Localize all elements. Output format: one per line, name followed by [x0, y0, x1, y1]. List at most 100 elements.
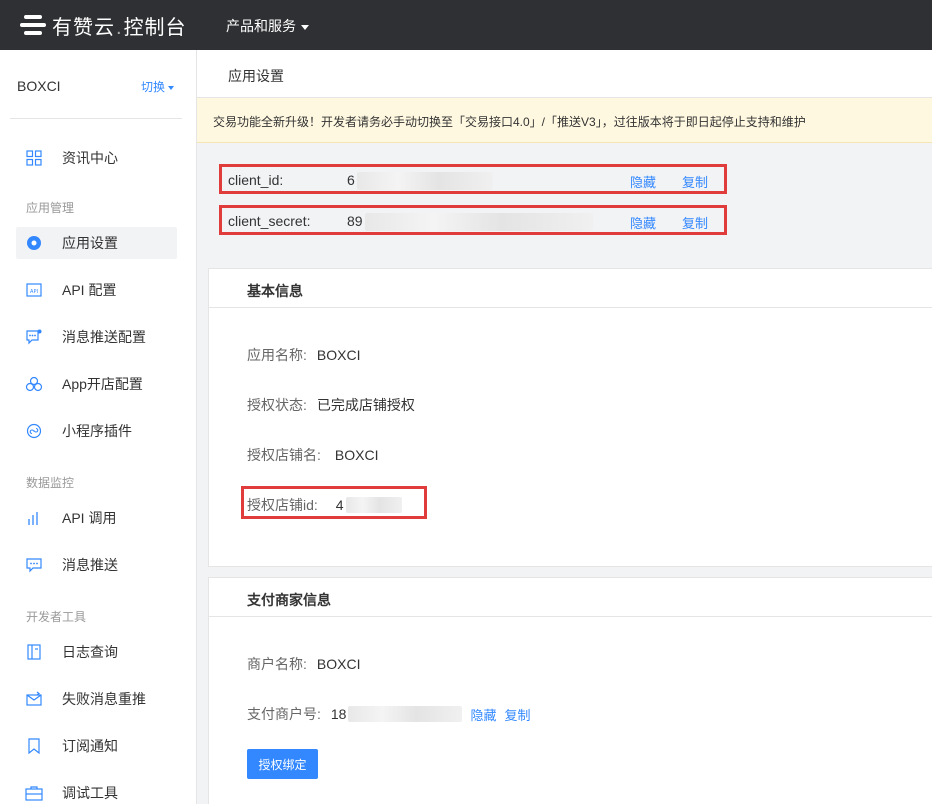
sidebar-item-mini-program-plugin[interactable]: 小程序插件: [16, 415, 177, 447]
client-id-label: client_id:: [228, 172, 284, 188]
bookmark-icon: [24, 736, 44, 756]
shop-name-field: 授权店铺名: BOXCI: [247, 445, 378, 465]
merchant-number-field: 支付商户号: 18 隐藏 复制: [247, 704, 531, 724]
gear-icon: [24, 233, 44, 253]
sidebar-item-label: 小程序插件: [62, 423, 132, 439]
field-key: 商户名称:: [247, 656, 307, 672]
notice-text: 交易功能全新升级！开发者请务必手动切换至「交易接口4.0」/「推送V3」，过往版…: [213, 115, 806, 129]
sidebar-item-label: 日志查询: [62, 644, 118, 660]
client-id-row: client_id: 6 隐藏 复制: [219, 164, 727, 194]
client-id-hide-link[interactable]: 隐藏: [630, 172, 656, 191]
sidebar-item-label: 失败消息重推: [62, 691, 146, 707]
field-value: 已完成店铺授权: [316, 397, 415, 413]
logo-dot: .: [116, 16, 123, 39]
sidebar-group-dev-tools: 开发者工具: [26, 610, 87, 624]
app-name-field: 应用名称: BOXCI: [247, 345, 360, 365]
client-secret-row: client_secret: 89 隐藏 复制: [219, 205, 727, 235]
logo[interactable]: 有赞云.控制台: [20, 12, 187, 39]
sidebar-divider: [10, 118, 182, 119]
team-name: BOXCI: [17, 78, 61, 94]
sidebar-item-label: 订阅通知: [62, 738, 118, 754]
sidebar-item-debug-tools[interactable]: 调试工具: [16, 777, 177, 804]
plugin-icon: [24, 421, 44, 441]
sidebar-item-label: 调试工具: [62, 785, 118, 801]
card-divider: [209, 307, 932, 308]
auth-status-field: 授权状态: 已完成店铺授权: [247, 395, 415, 415]
sidebar-group-data-monitor: 数据监控: [26, 476, 75, 490]
client-secret-copy-link[interactable]: 复制: [682, 213, 708, 232]
api-icon: API: [24, 280, 44, 300]
field-key: 应用名称:: [247, 347, 307, 363]
authorize-bind-button[interactable]: 授权绑定: [247, 749, 318, 779]
field-key: 授权店铺id:: [247, 497, 318, 513]
shop-id-field: 授权店铺id: 4: [247, 495, 402, 515]
sidebar: BOXCI 切换 资讯中心 应用管理 应用设置 API API 配置 消息推送配…: [0, 50, 197, 804]
merchant-name-field: 商户名称: BOXCI: [247, 654, 360, 674]
sidebar-item-log-query[interactable]: 日志查询: [16, 636, 177, 668]
masked-value: [345, 497, 402, 513]
client-id-value: 6: [347, 172, 355, 188]
sidebar-item-label: API 配置: [62, 282, 117, 298]
sidebar-item-label: 资讯中心: [62, 150, 118, 166]
client-secret-label: client_secret:: [228, 213, 311, 229]
credentials-panel: client_id: 6 隐藏 复制 client_secret: 89 隐藏 …: [197, 143, 932, 259]
sidebar-item-label: 消息推送配置: [62, 329, 146, 345]
chevron-down-icon: [301, 24, 309, 30]
card-divider: [209, 616, 932, 617]
sidebar-item-message-config[interactable]: 消息推送配置: [16, 321, 177, 353]
products-menu[interactable]: 产品和服务: [226, 16, 309, 36]
sidebar-item-failed-message-retry[interactable]: 失败消息重推: [16, 683, 177, 715]
bar-chart-icon: [24, 508, 44, 528]
payment-info-card: 支付商家信息 商户名称: BOXCI 支付商户号: 18 隐藏 复制 授权绑定: [208, 577, 932, 804]
sidebar-item-subscription[interactable]: 订阅通知: [16, 730, 177, 762]
switch-team-button[interactable]: 切换: [141, 78, 175, 95]
merchant-copy-link[interactable]: 复制: [504, 705, 530, 724]
masked-value: [356, 172, 493, 191]
logo-brand: 有赞云: [52, 16, 115, 39]
svg-text:API: API: [30, 289, 38, 295]
chevron-down-icon: [168, 85, 175, 90]
sidebar-item-label: 应用设置: [62, 235, 118, 251]
page-title: 应用设置: [228, 68, 284, 84]
sidebar-item-app-store[interactable]: App开店配置: [16, 368, 177, 400]
field-key: 支付商户号:: [247, 706, 321, 722]
card-title: 基本信息: [247, 283, 303, 299]
logo-icon: [20, 14, 46, 36]
client-secret-value: 89: [347, 213, 363, 229]
products-label: 产品和服务: [226, 18, 296, 34]
masked-value: [364, 213, 593, 232]
sidebar-item-api-config[interactable]: API API 配置: [16, 274, 177, 306]
log-icon: [24, 642, 44, 662]
field-value: 4: [335, 497, 344, 513]
sidebar-item-label: 消息推送: [62, 557, 118, 573]
sidebar-item-news[interactable]: 资讯中心: [16, 142, 177, 174]
message-config-icon: [24, 327, 44, 347]
field-key: 授权状态:: [247, 397, 307, 413]
field-value: BOXCI: [334, 447, 379, 463]
field-key: 授权店铺名:: [247, 447, 321, 463]
toolbox-icon: [24, 783, 44, 803]
logo-suffix: 控制台: [123, 16, 187, 39]
app-store-icon: [24, 374, 44, 394]
merchant-hide-link[interactable]: 隐藏: [470, 705, 496, 724]
main-content: 应用设置 交易功能全新升级！开发者请务必手动切换至「交易接口4.0」/「推送V3…: [197, 50, 932, 804]
grid-icon: [24, 148, 44, 168]
sidebar-item-api-calls[interactable]: API 调用: [16, 502, 177, 534]
sidebar-item-app-settings[interactable]: 应用设置: [16, 227, 177, 259]
sidebar-item-label: API 调用: [62, 510, 117, 526]
client-secret-hide-link[interactable]: 隐藏: [630, 213, 656, 232]
mail-retry-icon: [24, 689, 44, 709]
field-value: BOXCI: [316, 347, 361, 363]
page-header: 应用设置: [197, 50, 932, 98]
card-title: 支付商家信息: [247, 592, 331, 608]
top-navbar: 有赞云.控制台 产品和服务: [0, 0, 932, 50]
client-id-copy-link[interactable]: 复制: [682, 172, 708, 191]
sidebar-item-label: App开店配置: [62, 376, 143, 392]
field-value: 18: [330, 706, 347, 722]
switch-label: 切换: [141, 80, 166, 94]
field-value: BOXCI: [316, 656, 361, 672]
basic-info-card: 基本信息 应用名称: BOXCI 授权状态: 已完成店铺授权 授权店铺名: BO…: [208, 268, 932, 567]
upgrade-notice: 交易功能全新升级！开发者请务必手动切换至「交易接口4.0」/「推送V3」，过往版…: [197, 98, 932, 143]
message-icon: [24, 555, 44, 575]
sidebar-item-message-push[interactable]: 消息推送: [16, 549, 177, 581]
